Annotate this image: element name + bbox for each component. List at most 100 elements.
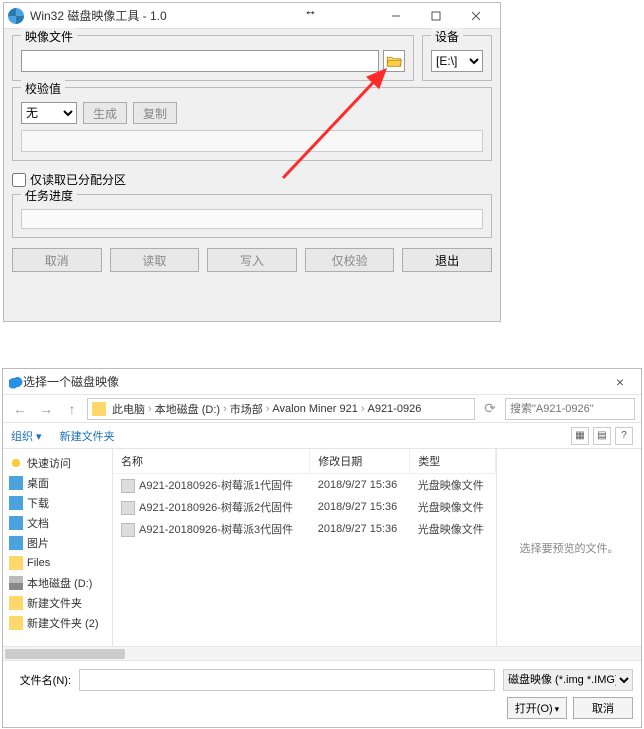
readonly-checkbox[interactable] — [12, 173, 26, 187]
search-input[interactable] — [505, 398, 635, 420]
device-legend: 设备 — [431, 28, 463, 45]
image-path-input[interactable] — [21, 50, 379, 72]
disk-imager-window: Win32 磁盘映像工具 - 1.0 ↔ 映像文件 设备 [E:\] 校验值 — [3, 2, 501, 322]
readonly-checkbox-row[interactable]: 仅读取已分配分区 — [12, 171, 492, 188]
breadcrumb-item[interactable]: Avalon Miner 921 — [270, 403, 359, 415]
filename-label: 文件名(N): — [11, 672, 71, 688]
browse-button[interactable] — [383, 50, 405, 72]
help-button[interactable]: ? — [615, 427, 633, 445]
sidebar-item-label: 下载 — [27, 495, 49, 511]
sidebar-item[interactable]: 新建文件夹 (2) — [3, 613, 112, 633]
newfolder-button[interactable]: 新建文件夹 — [60, 428, 115, 444]
write-button[interactable]: 写入 — [207, 248, 297, 272]
refresh-button[interactable]: ⟳ — [479, 398, 501, 420]
sidebar-item[interactable]: 下载 — [3, 493, 112, 513]
sidebar-item[interactable]: 图片 — [3, 533, 112, 553]
preview-pane: 选择要预览的文件。 — [496, 449, 641, 646]
dialog-titlebar[interactable]: 选择一个磁盘映像 × — [3, 369, 641, 395]
horizontal-scrollbar[interactable] — [3, 646, 641, 660]
progress-bar — [21, 209, 483, 229]
preview-message: 选择要预览的文件。 — [520, 540, 619, 556]
sidebar-item-label: 文档 — [27, 515, 49, 531]
col-type[interactable]: 类型 — [410, 449, 496, 474]
breadcrumb-item[interactable]: 市场部 — [228, 401, 265, 417]
sidebar[interactable]: 快速访问桌面下载文档图片 Files 本地磁盘 (D:) 新建文件夹新建文件夹 (2)… — [3, 449, 113, 646]
sidebar-item[interactable]: 本地磁盘 (D:) — [3, 573, 112, 593]
view-thumb-button[interactable]: ▦ — [571, 427, 589, 445]
sidebar-item[interactable]: Files — [3, 553, 112, 573]
dl-icon — [9, 496, 23, 510]
dialog-title: 选择一个磁盘映像 — [23, 373, 119, 390]
sidebar-item-label: 新建文件夹 — [27, 595, 82, 611]
sidebar-item-label: 快速访问 — [27, 455, 71, 471]
progress-group: 任务进度 — [12, 194, 492, 238]
nav-bar: ← → ↑ 此电脑›本地磁盘 (D:)›市场部›Avalon Miner 921… — [3, 395, 641, 423]
col-name[interactable]: 名称 — [113, 449, 310, 474]
dialog-close-button[interactable]: × — [605, 374, 635, 390]
sidebar-item-label: 图片 — [27, 535, 49, 551]
drive-icon — [9, 576, 23, 590]
hash-type-select[interactable]: 无 — [21, 102, 77, 124]
file-row[interactable]: A921-20180926-树莓派3代固件2018/9/27 15:36光盘映像… — [113, 518, 496, 540]
sidebar-item[interactable]: 桌面 — [3, 473, 112, 493]
folder-icon — [9, 616, 23, 630]
open-button[interactable]: 打开(O)▾ — [507, 697, 567, 719]
filename-input[interactable] — [79, 669, 495, 691]
titlebar[interactable]: Win32 磁盘映像工具 - 1.0 — [4, 3, 500, 29]
minimize-button[interactable] — [376, 6, 416, 26]
device-group: 设备 [E:\] — [422, 35, 492, 81]
readonly-label: 仅读取已分配分区 — [30, 171, 126, 188]
sidebar-item[interactable]: 快速访问 — [3, 453, 112, 473]
back-button[interactable]: ← — [9, 398, 31, 420]
app-icon — [8, 8, 24, 24]
breadcrumb-item[interactable]: 此电脑 — [110, 401, 147, 417]
dialog-cancel-button[interactable]: 取消 — [573, 697, 633, 719]
breadcrumb[interactable]: 此电脑›本地磁盘 (D:)›市场部›Avalon Miner 921›A921-… — [87, 398, 475, 420]
breadcrumb-item[interactable]: A921-0926 — [365, 403, 423, 415]
cancel-button[interactable]: 取消 — [12, 248, 102, 272]
sidebar-item-label: Files — [27, 557, 50, 569]
file-icon — [121, 479, 135, 493]
copy-button[interactable]: 复制 — [133, 102, 177, 124]
pic-icon — [9, 536, 23, 550]
folder-icon — [9, 596, 23, 610]
file-icon — [121, 501, 135, 515]
toolbar: 组织 ▾ 新建文件夹 ▦ ▤ ? — [3, 423, 641, 449]
verify-button[interactable]: 仅校验 — [305, 248, 395, 272]
up-button[interactable]: ↑ — [61, 398, 83, 420]
forward-button[interactable]: → — [35, 398, 57, 420]
image-file-legend: 映像文件 — [21, 28, 77, 45]
exit-button[interactable]: 退出 — [402, 248, 492, 272]
maximize-button[interactable] — [416, 6, 456, 26]
device-select[interactable]: [E:\] — [431, 50, 483, 72]
sidebar-item-label: 本地磁盘 (D:) — [27, 575, 92, 591]
hash-output — [21, 130, 483, 152]
view-list-button[interactable]: ▤ — [593, 427, 611, 445]
file-open-dialog: 选择一个磁盘映像 × ← → ↑ 此电脑›本地磁盘 (D:)›市场部›Avalo… — [2, 368, 642, 728]
sidebar-item[interactable]: 新建文件夹 — [3, 593, 112, 613]
window-title: Win32 磁盘映像工具 - 1.0 — [30, 7, 167, 24]
breadcrumb-item[interactable]: 本地磁盘 (D:) — [153, 401, 222, 417]
dialog-icon — [9, 375, 23, 389]
file-row[interactable]: A921-20180926-树莓派1代固件2018/9/27 15:36光盘映像… — [113, 474, 496, 497]
sidebar-item-label: 新建文件夹 (2) — [27, 615, 99, 631]
file-list[interactable]: 名称 修改日期 类型 A921-20180926-树莓派1代固件2018/9/2… — [113, 449, 496, 646]
col-date[interactable]: 修改日期 — [310, 449, 410, 474]
sidebar-item[interactable]: 文档 — [3, 513, 112, 533]
file-row[interactable]: A921-20180926-树莓派2代固件2018/9/27 15:36光盘映像… — [113, 496, 496, 518]
doc-icon — [9, 516, 23, 530]
folder-icon — [9, 556, 23, 570]
read-button[interactable]: 读取 — [110, 248, 200, 272]
image-file-group: 映像文件 — [12, 35, 414, 81]
hash-group: 校验值 无 生成 复制 — [12, 87, 492, 161]
star-icon — [9, 456, 23, 470]
filetype-select[interactable]: 磁盘映像 (*.img *.IMG) — [503, 669, 633, 691]
generate-button[interactable]: 生成 — [83, 102, 127, 124]
sidebar-item-label: 桌面 — [27, 475, 49, 491]
resize-cursor-icon: ↔ — [304, 3, 317, 18]
progress-legend: 任务进度 — [21, 187, 77, 204]
close-button[interactable] — [456, 6, 496, 26]
organize-menu[interactable]: 组织 ▾ — [11, 428, 42, 444]
hash-legend: 校验值 — [21, 80, 65, 97]
file-icon — [121, 523, 135, 537]
